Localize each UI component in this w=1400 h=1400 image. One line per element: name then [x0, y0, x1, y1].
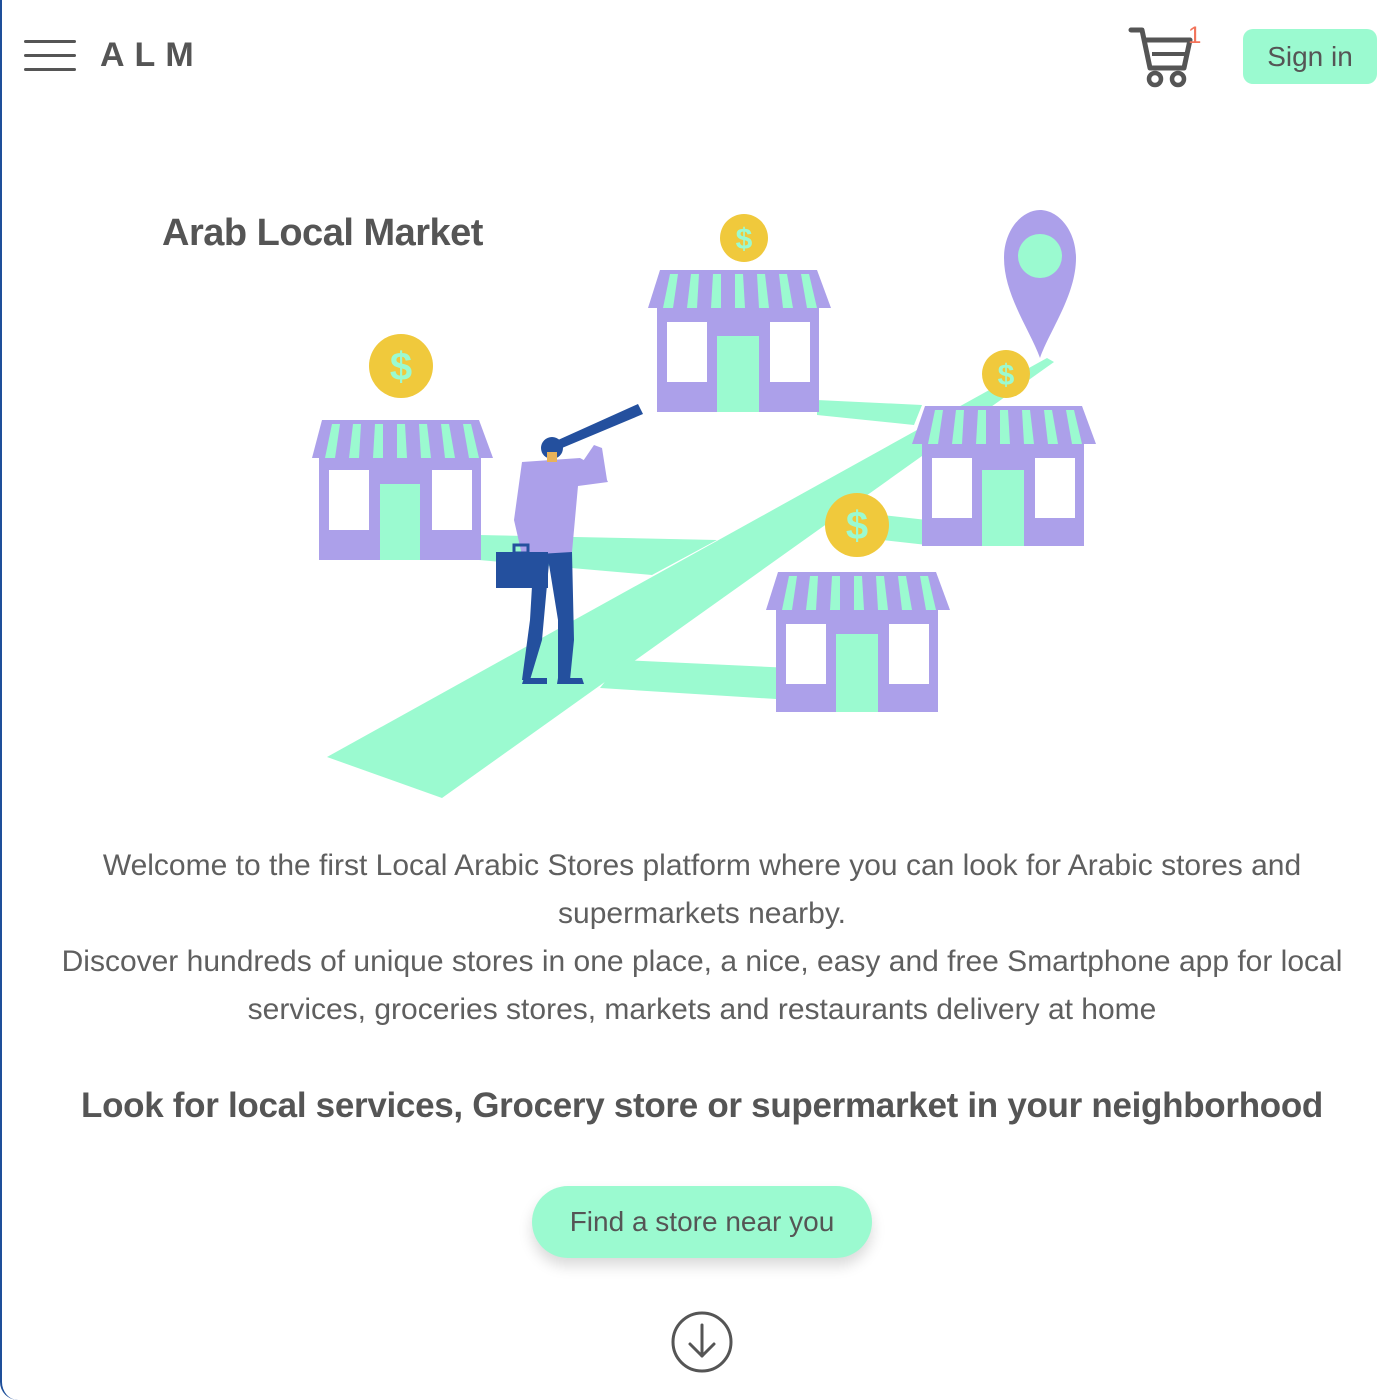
road: [882, 515, 927, 545]
hamburger-menu-icon[interactable]: [24, 38, 78, 74]
cart-count-badge: 1: [1188, 22, 1202, 49]
intro-paragraph: Discover hundreds of unique stores in on…: [61, 945, 1343, 1026]
store-icon: [912, 406, 1096, 546]
svg-text:$: $: [846, 504, 868, 548]
road: [600, 660, 792, 700]
tagline: Look for local services, Grocery store o…: [80, 1086, 1324, 1125]
svg-text:$: $: [998, 359, 1015, 392]
store-icon: [766, 572, 950, 712]
find-store-button[interactable]: Find a store near you: [532, 1186, 872, 1258]
store-icon: [648, 270, 831, 412]
dollar-coin-icon: $: [720, 214, 768, 262]
sign-in-button[interactable]: Sign in: [1243, 29, 1377, 84]
dollar-coin-icon: $: [369, 334, 433, 398]
dollar-coin-icon: $: [982, 350, 1030, 398]
top-navbar: ALM 1 Sign in: [2, 0, 1400, 115]
location-pin-icon: [1004, 210, 1076, 358]
store-icon: [312, 420, 493, 560]
brand-logo[interactable]: ALM: [100, 36, 204, 75]
road: [817, 400, 922, 425]
intro-paragraph: Welcome to the first Local Arabic Stores…: [102, 849, 1302, 930]
svg-text:$: $: [736, 223, 753, 256]
arrow-down-circle-icon[interactable]: [670, 1310, 734, 1374]
dollar-coin-icon: $: [825, 493, 889, 557]
page: ALM 1 Sign in Arab Local Market $ $ $ $ …: [0, 0, 1400, 1400]
hero-illustration: $ $ $ $: [312, 210, 1096, 798]
intro-text: Welcome to the first Local Arabic Stores…: [42, 842, 1362, 1034]
svg-text:$: $: [390, 345, 412, 389]
